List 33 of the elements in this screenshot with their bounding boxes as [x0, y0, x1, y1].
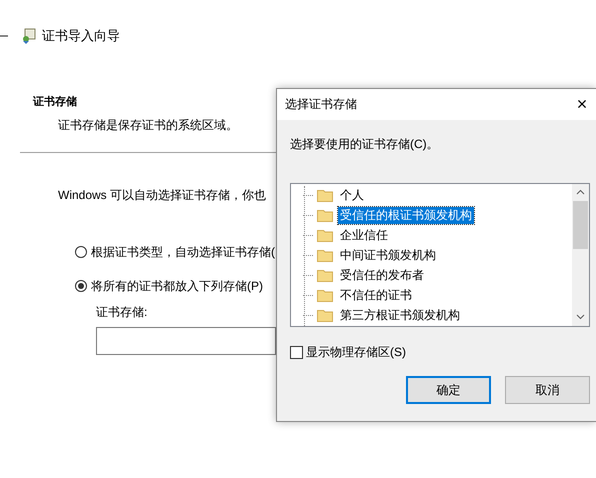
folder-icon [317, 188, 333, 202]
folder-icon [317, 288, 333, 302]
ok-button[interactable]: 确定 [406, 376, 491, 404]
checkbox[interactable] [290, 346, 303, 359]
radio-button[interactable] [75, 246, 87, 258]
tree-item[interactable]: 企业信任 [338, 226, 390, 244]
folder-icon [317, 268, 333, 282]
intro-text: Windows 可以自动选择证书存储，你也 [58, 187, 266, 204]
section-description: 证书存储是保存证书的系统区域。 [58, 117, 238, 134]
certificate-icon [20, 28, 36, 44]
close-icon[interactable]: × [568, 89, 596, 120]
tree-item[interactable]: 受信任的发布者 [338, 266, 426, 284]
store-field[interactable] [96, 327, 276, 355]
tree-item[interactable]: 受信任的根证书颁发机构 [338, 206, 474, 224]
section-title: 证书存储 [33, 94, 77, 109]
radio-label[interactable]: 将所有的证书都放入下列存储(P) [91, 278, 263, 294]
scrollbar[interactable] [572, 184, 589, 326]
folder-icon [317, 208, 333, 222]
prompt-text: 选择要使用的证书存储(C)。 [290, 136, 439, 153]
tree-item[interactable]: 第三方根证书颁发机构 [338, 306, 462, 324]
radio-button[interactable] [75, 280, 87, 292]
radio-label[interactable]: 根据证书类型，自动选择证书存储( [91, 244, 275, 260]
dialog-title: 选择证书存储 [285, 96, 357, 113]
tree-item[interactable]: 个人 [338, 186, 366, 204]
tree-item[interactable]: 不信任的证书 [338, 286, 414, 304]
cancel-button[interactable]: 取消 [505, 376, 590, 404]
folder-icon [317, 308, 333, 322]
folder-icon [317, 248, 333, 262]
field-label: 证书存储: [96, 304, 148, 321]
folder-icon [317, 228, 333, 242]
checkbox-label[interactable]: 显示物理存储区(S) [306, 344, 406, 361]
tree-item[interactable]: 中间证书颁发机构 [338, 246, 438, 264]
window-title: 证书导入向导 [42, 27, 120, 45]
